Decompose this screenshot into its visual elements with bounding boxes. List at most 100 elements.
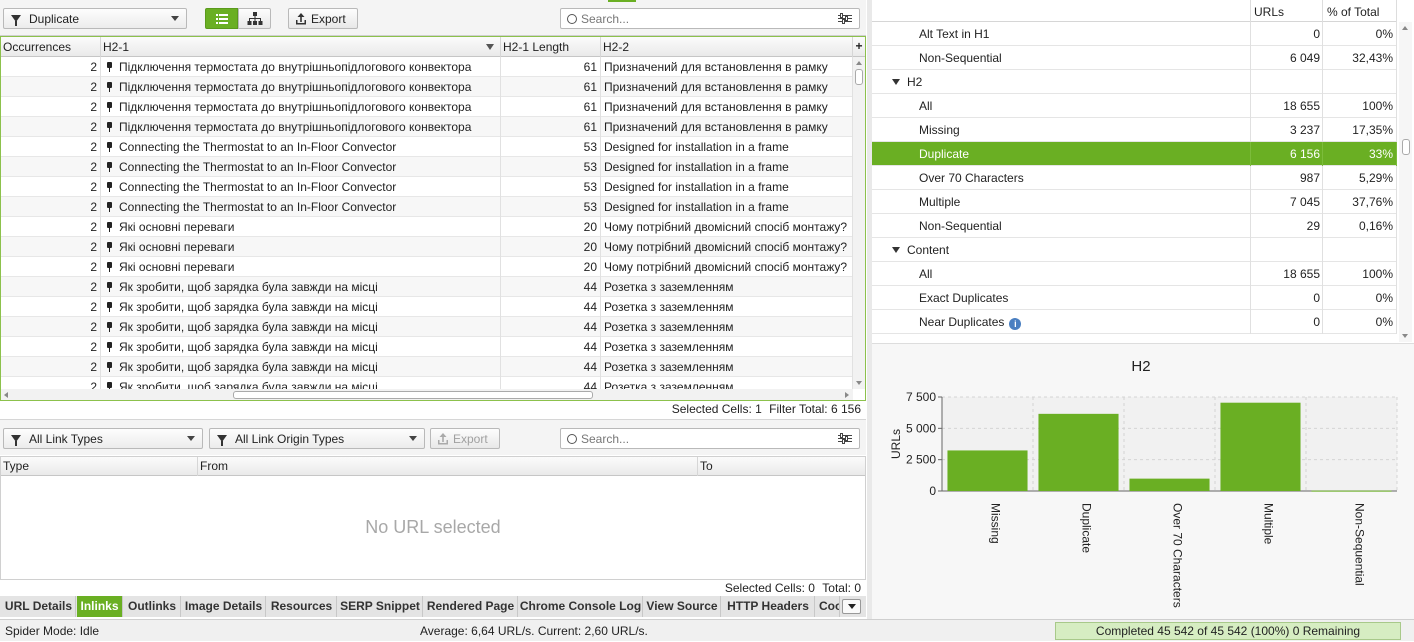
overview-row[interactable]: Duplicate 6 156 33%: [872, 142, 1397, 166]
overview-row[interactable]: Multiple 7 045 37,76%: [872, 190, 1397, 214]
export-button[interactable]: Export: [288, 8, 358, 29]
overview-row[interactable]: All 18 655 100%: [872, 262, 1397, 286]
table-row[interactable]: 2 Підключення термостата до внутрішньопід…: [1, 97, 853, 117]
expand-triangle-icon[interactable]: [892, 247, 900, 253]
scrollbar-thumb[interactable]: [855, 69, 863, 85]
overview-row-label: Alt Text in H1: [919, 27, 990, 41]
column-header-occurrences[interactable]: Occurrences: [1, 37, 101, 57]
column-header-from[interactable]: From: [198, 457, 698, 476]
scroll-left-icon[interactable]: [4, 392, 8, 398]
overview-row-label: Content: [907, 243, 950, 257]
overview-row-percent: 37,76%: [1322, 190, 1397, 214]
tab-inlinks[interactable]: Inlinks: [77, 596, 123, 617]
table-row[interactable]: 2 Як зробити, щоб зарядка була завжди на …: [1, 297, 853, 317]
links-search-field[interactable]: Search...: [560, 428, 860, 449]
table-row[interactable]: 2 Як зробити, щоб зарядка була завжди на …: [1, 337, 853, 357]
pin-icon: [105, 142, 114, 152]
tab-resources[interactable]: Resources: [267, 596, 337, 617]
table-row[interactable]: 2 Які основні переваги 20 Чому потрібний дв…: [1, 237, 853, 257]
cell-h2-1: Connecting the Thermostat to an In-Floor…: [101, 197, 501, 217]
overview-row-percent: 0%: [1322, 22, 1397, 46]
tab-http-headers[interactable]: HTTP Headers: [722, 596, 815, 617]
scroll-right-icon[interactable]: [845, 392, 849, 398]
overview-row[interactable]: Exact Duplicates 0 0%: [872, 286, 1397, 310]
search-options-icon[interactable]: [838, 13, 852, 24]
tab-view-source[interactable]: View Source: [644, 596, 721, 617]
cell-h2-1-length: 61: [501, 97, 601, 117]
scroll-up-icon[interactable]: [856, 61, 862, 65]
scroll-down-icon[interactable]: [1402, 334, 1408, 338]
overview-row[interactable]: Non-Sequential 6 049 32,43%: [872, 46, 1397, 70]
link-types-dropdown[interactable]: All Link Types: [3, 428, 203, 449]
grid-horizontal-scrollbar[interactable]: [1, 389, 853, 400]
column-header-to[interactable]: To: [698, 457, 865, 476]
search-field[interactable]: Search...: [560, 8, 860, 29]
tabs-overflow-button[interactable]: [842, 599, 861, 614]
overview-group-row[interactable]: H2: [872, 70, 1397, 94]
overview-row-urls: 0: [1250, 310, 1322, 334]
overview-group-row[interactable]: Content: [872, 238, 1397, 262]
column-header-urls[interactable]: URLs: [1250, 0, 1322, 22]
filter-dropdown[interactable]: Duplicate: [3, 8, 187, 29]
table-row[interactable]: 2 Які основні переваги 20 Чому потрібний дв…: [1, 217, 853, 237]
overview-row-label: Exact Duplicates: [919, 291, 1009, 305]
overview-row[interactable]: All 18 655 100%: [872, 94, 1397, 118]
tree-view-button[interactable]: [238, 8, 271, 29]
table-row[interactable]: 2 Підключення термостата до внутрішньопід…: [1, 57, 853, 77]
overview-scrollbar[interactable]: [1399, 22, 1412, 342]
search-input[interactable]: Search...: [581, 12, 838, 26]
scroll-up-icon[interactable]: [1402, 26, 1408, 30]
cell-h2-1: Підключення термостата до внутрішньопідл…: [101, 117, 501, 137]
tab-serp-snippet[interactable]: SERP Snippet: [338, 596, 423, 617]
pin-icon: [105, 62, 114, 72]
cell-h2-2: Розетка з заземленням: [601, 337, 853, 357]
pin-icon: [105, 302, 114, 312]
column-header-h2-1-length[interactable]: H2-1 Length: [501, 37, 601, 57]
table-row[interactable]: 2 Connecting the Thermostat to an In-Floo…: [1, 177, 853, 197]
column-header-percent[interactable]: % of Total: [1322, 0, 1397, 22]
tab-cookies[interactable]: Coo: [816, 596, 840, 617]
links-total-label: Total:: [822, 581, 851, 595]
table-row[interactable]: 2 Як зробити, щоб зарядка була завжди на …: [1, 357, 853, 377]
cell-h2-1-text: Підключення термостата до внутрішньопідл…: [119, 80, 472, 94]
search-options-icon[interactable]: [838, 433, 852, 444]
overview-row[interactable]: Over 70 Characters 987 5,29%: [872, 166, 1397, 190]
list-view-button[interactable]: [205, 8, 238, 29]
cell-occurrences: 2: [1, 197, 101, 217]
info-icon[interactable]: i: [1009, 318, 1022, 330]
table-row[interactable]: 2 Які основні переваги 20 Чому потрібний дв…: [1, 257, 853, 277]
links-search-input[interactable]: Search...: [581, 432, 838, 446]
column-header-h2-1[interactable]: H2-1: [101, 37, 501, 57]
overview-row[interactable]: Missing 3 237 17,35%: [872, 118, 1397, 142]
tab-image-details[interactable]: Image Details: [182, 596, 266, 617]
cell-occurrences: 2: [1, 357, 101, 377]
tab-chrome-console-log[interactable]: Chrome Console Log: [519, 596, 643, 617]
pin-icon: [105, 242, 114, 252]
cell-h2-1-text: Які основні переваги: [119, 220, 235, 234]
table-row[interactable]: 2 Підключення термостата до внутрішньопід…: [1, 77, 853, 97]
scroll-down-icon[interactable]: [856, 381, 862, 385]
pin-icon: [105, 282, 114, 292]
y-axis-label: URLs: [889, 429, 903, 459]
expand-triangle-icon[interactable]: [892, 79, 900, 85]
table-row[interactable]: 2 Як зробити, щоб зарядка була завжди на …: [1, 317, 853, 337]
column-header-h2-2[interactable]: H2-2: [601, 37, 853, 57]
table-row[interactable]: 2 Connecting the Thermostat to an In-Floo…: [1, 137, 853, 157]
overview-scrollbar-thumb[interactable]: [1402, 139, 1410, 155]
add-column-icon[interactable]: +: [853, 37, 865, 57]
links-export-button[interactable]: Export: [430, 428, 500, 449]
tab-rendered-page[interactable]: Rendered Page: [424, 596, 518, 617]
grid-vertical-scrollbar[interactable]: [853, 57, 865, 389]
overview-row[interactable]: Alt Text in H1 0 0%: [872, 22, 1397, 46]
tab-url-details[interactable]: URL Details: [2, 596, 76, 617]
tab-outlinks[interactable]: Outlinks: [124, 596, 181, 617]
overview-row[interactable]: Non-Sequential 29 0,16%: [872, 214, 1397, 238]
table-row[interactable]: 2 Підключення термостата до внутрішньопід…: [1, 117, 853, 137]
h-scrollbar-thumb[interactable]: [233, 391, 593, 399]
table-row[interactable]: 2 Connecting the Thermostat to an In-Floo…: [1, 157, 853, 177]
link-origin-dropdown[interactable]: All Link Origin Types: [209, 428, 425, 449]
column-header-type[interactable]: Type: [1, 457, 198, 476]
table-row[interactable]: 2 Connecting the Thermostat to an In-Floo…: [1, 197, 853, 217]
overview-row[interactable]: Near Duplicates i 0 0%: [872, 310, 1397, 334]
table-row[interactable]: 2 Як зробити, щоб зарядка була завжди на …: [1, 277, 853, 297]
